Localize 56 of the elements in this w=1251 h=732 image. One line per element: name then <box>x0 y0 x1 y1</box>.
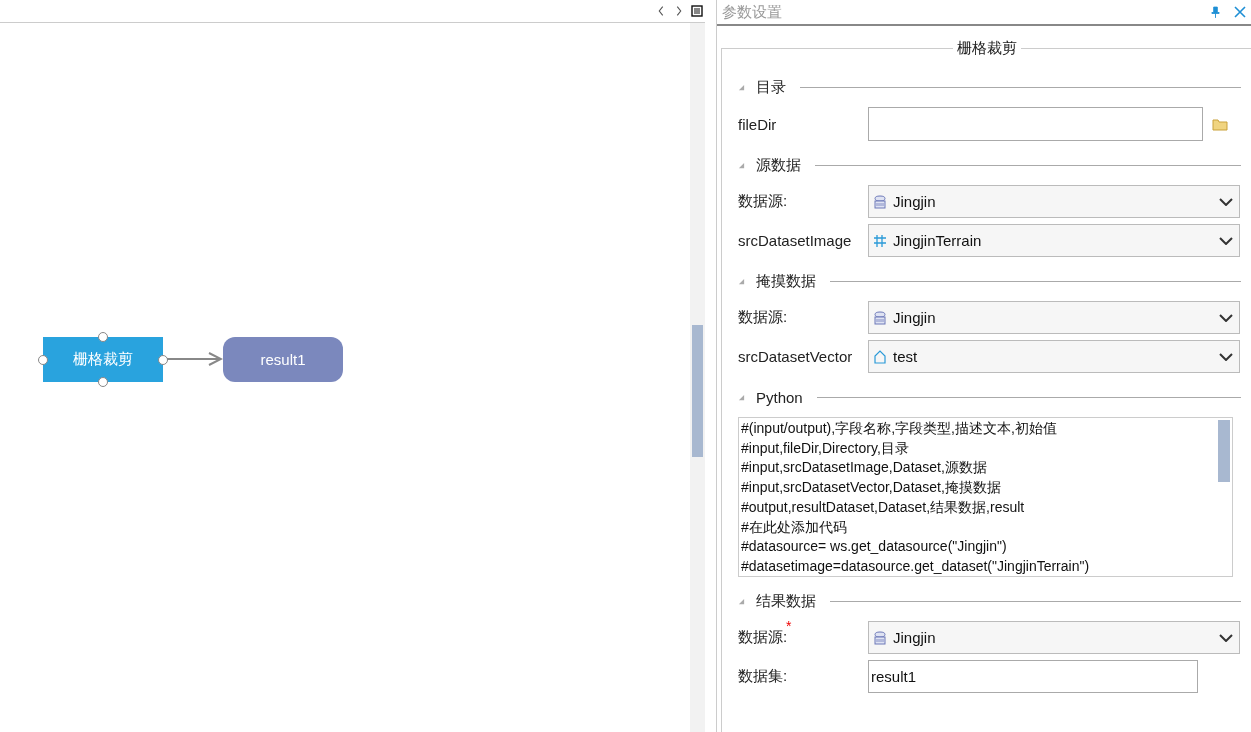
handle-icon[interactable] <box>158 355 168 365</box>
collapse-icon[interactable] <box>738 393 745 401</box>
collapse-icon[interactable] <box>738 161 745 169</box>
dropdown[interactable]: Jingjin <box>868 185 1240 218</box>
polygon-icon <box>873 349 887 364</box>
chevron-down-icon <box>1219 633 1233 642</box>
field-label: srcDatasetImage <box>738 232 852 249</box>
code-line: #input,srcDatasetImage,Dataset,源数据 <box>741 458 988 478</box>
section-title: 目录 <box>756 77 786 97</box>
code-line: #output,resultDataset,Dataset,结果数据,result <box>741 497 1026 517</box>
close-icon[interactable] <box>1234 6 1246 18</box>
section-title: 源数据 <box>756 155 801 175</box>
handle-icon[interactable] <box>98 332 108 342</box>
collapse-icon[interactable] <box>738 83 745 91</box>
dropdown[interactable]: Jingjin <box>868 621 1240 654</box>
input-field[interactable]: result1 <box>868 660 1198 693</box>
field-label: 数据源: <box>738 192 788 209</box>
dropdown[interactable]: JingjinTerrain <box>868 224 1240 257</box>
field-label: srcDatasetVector <box>738 348 853 365</box>
chevron-down-icon <box>1219 313 1233 322</box>
folder-icon[interactable] <box>1212 117 1228 131</box>
chevron-down-icon <box>1219 236 1233 245</box>
code-editor[interactable] <box>738 417 1233 577</box>
connector-arrow <box>167 352 223 366</box>
scrollbar-thumb[interactable] <box>692 325 703 457</box>
directory-field[interactable] <box>868 107 1203 141</box>
collapse-icon[interactable] <box>738 597 745 605</box>
database-icon <box>873 310 887 325</box>
panel-title: 参数设置 <box>722 2 783 22</box>
dropdown[interactable]: test <box>868 340 1240 373</box>
field-label: 数据源: <box>738 308 788 325</box>
section-title: 结果数据 <box>756 591 816 611</box>
field-label: fileDir <box>738 115 778 133</box>
field-label: 数据源: <box>738 628 788 645</box>
code-line: #在此处添加代码 <box>741 517 848 537</box>
database-icon <box>873 194 887 209</box>
handle-icon[interactable] <box>38 355 48 365</box>
scrollbar-thumb[interactable] <box>1218 420 1230 482</box>
code-line: #datasetimage=datasource.get_dataset("JingjinTerrain") <box>741 556 1091 576</box>
field-label: 数据集: <box>738 667 789 686</box>
required-mark: * <box>786 618 792 634</box>
chevron-down-icon <box>1219 352 1233 361</box>
section-title: 掩摸数据 <box>756 271 816 291</box>
code-line: #datasource= ws.get_datasource("Jingjin") <box>741 537 1008 557</box>
handle-icon[interactable] <box>98 377 108 387</box>
pin-icon[interactable] <box>1211 5 1220 19</box>
code-line: #input,fileDir,Directory,目录 <box>741 438 910 458</box>
group-title: 栅格裁剪 <box>952 39 1021 58</box>
collapse-icon[interactable] <box>738 277 745 285</box>
code-line: #(input/output),字段名称,字段类型,描述文本,初始值 <box>741 419 1058 438</box>
grid-icon <box>873 233 887 248</box>
database-icon <box>873 630 887 645</box>
chevron-down-icon <box>1219 197 1233 206</box>
dropdown[interactable]: Jingjin <box>868 301 1240 334</box>
section-title: Python <box>756 388 803 406</box>
code-line: #input,srcDatasetVector,Dataset,掩摸数据 <box>741 478 1002 498</box>
